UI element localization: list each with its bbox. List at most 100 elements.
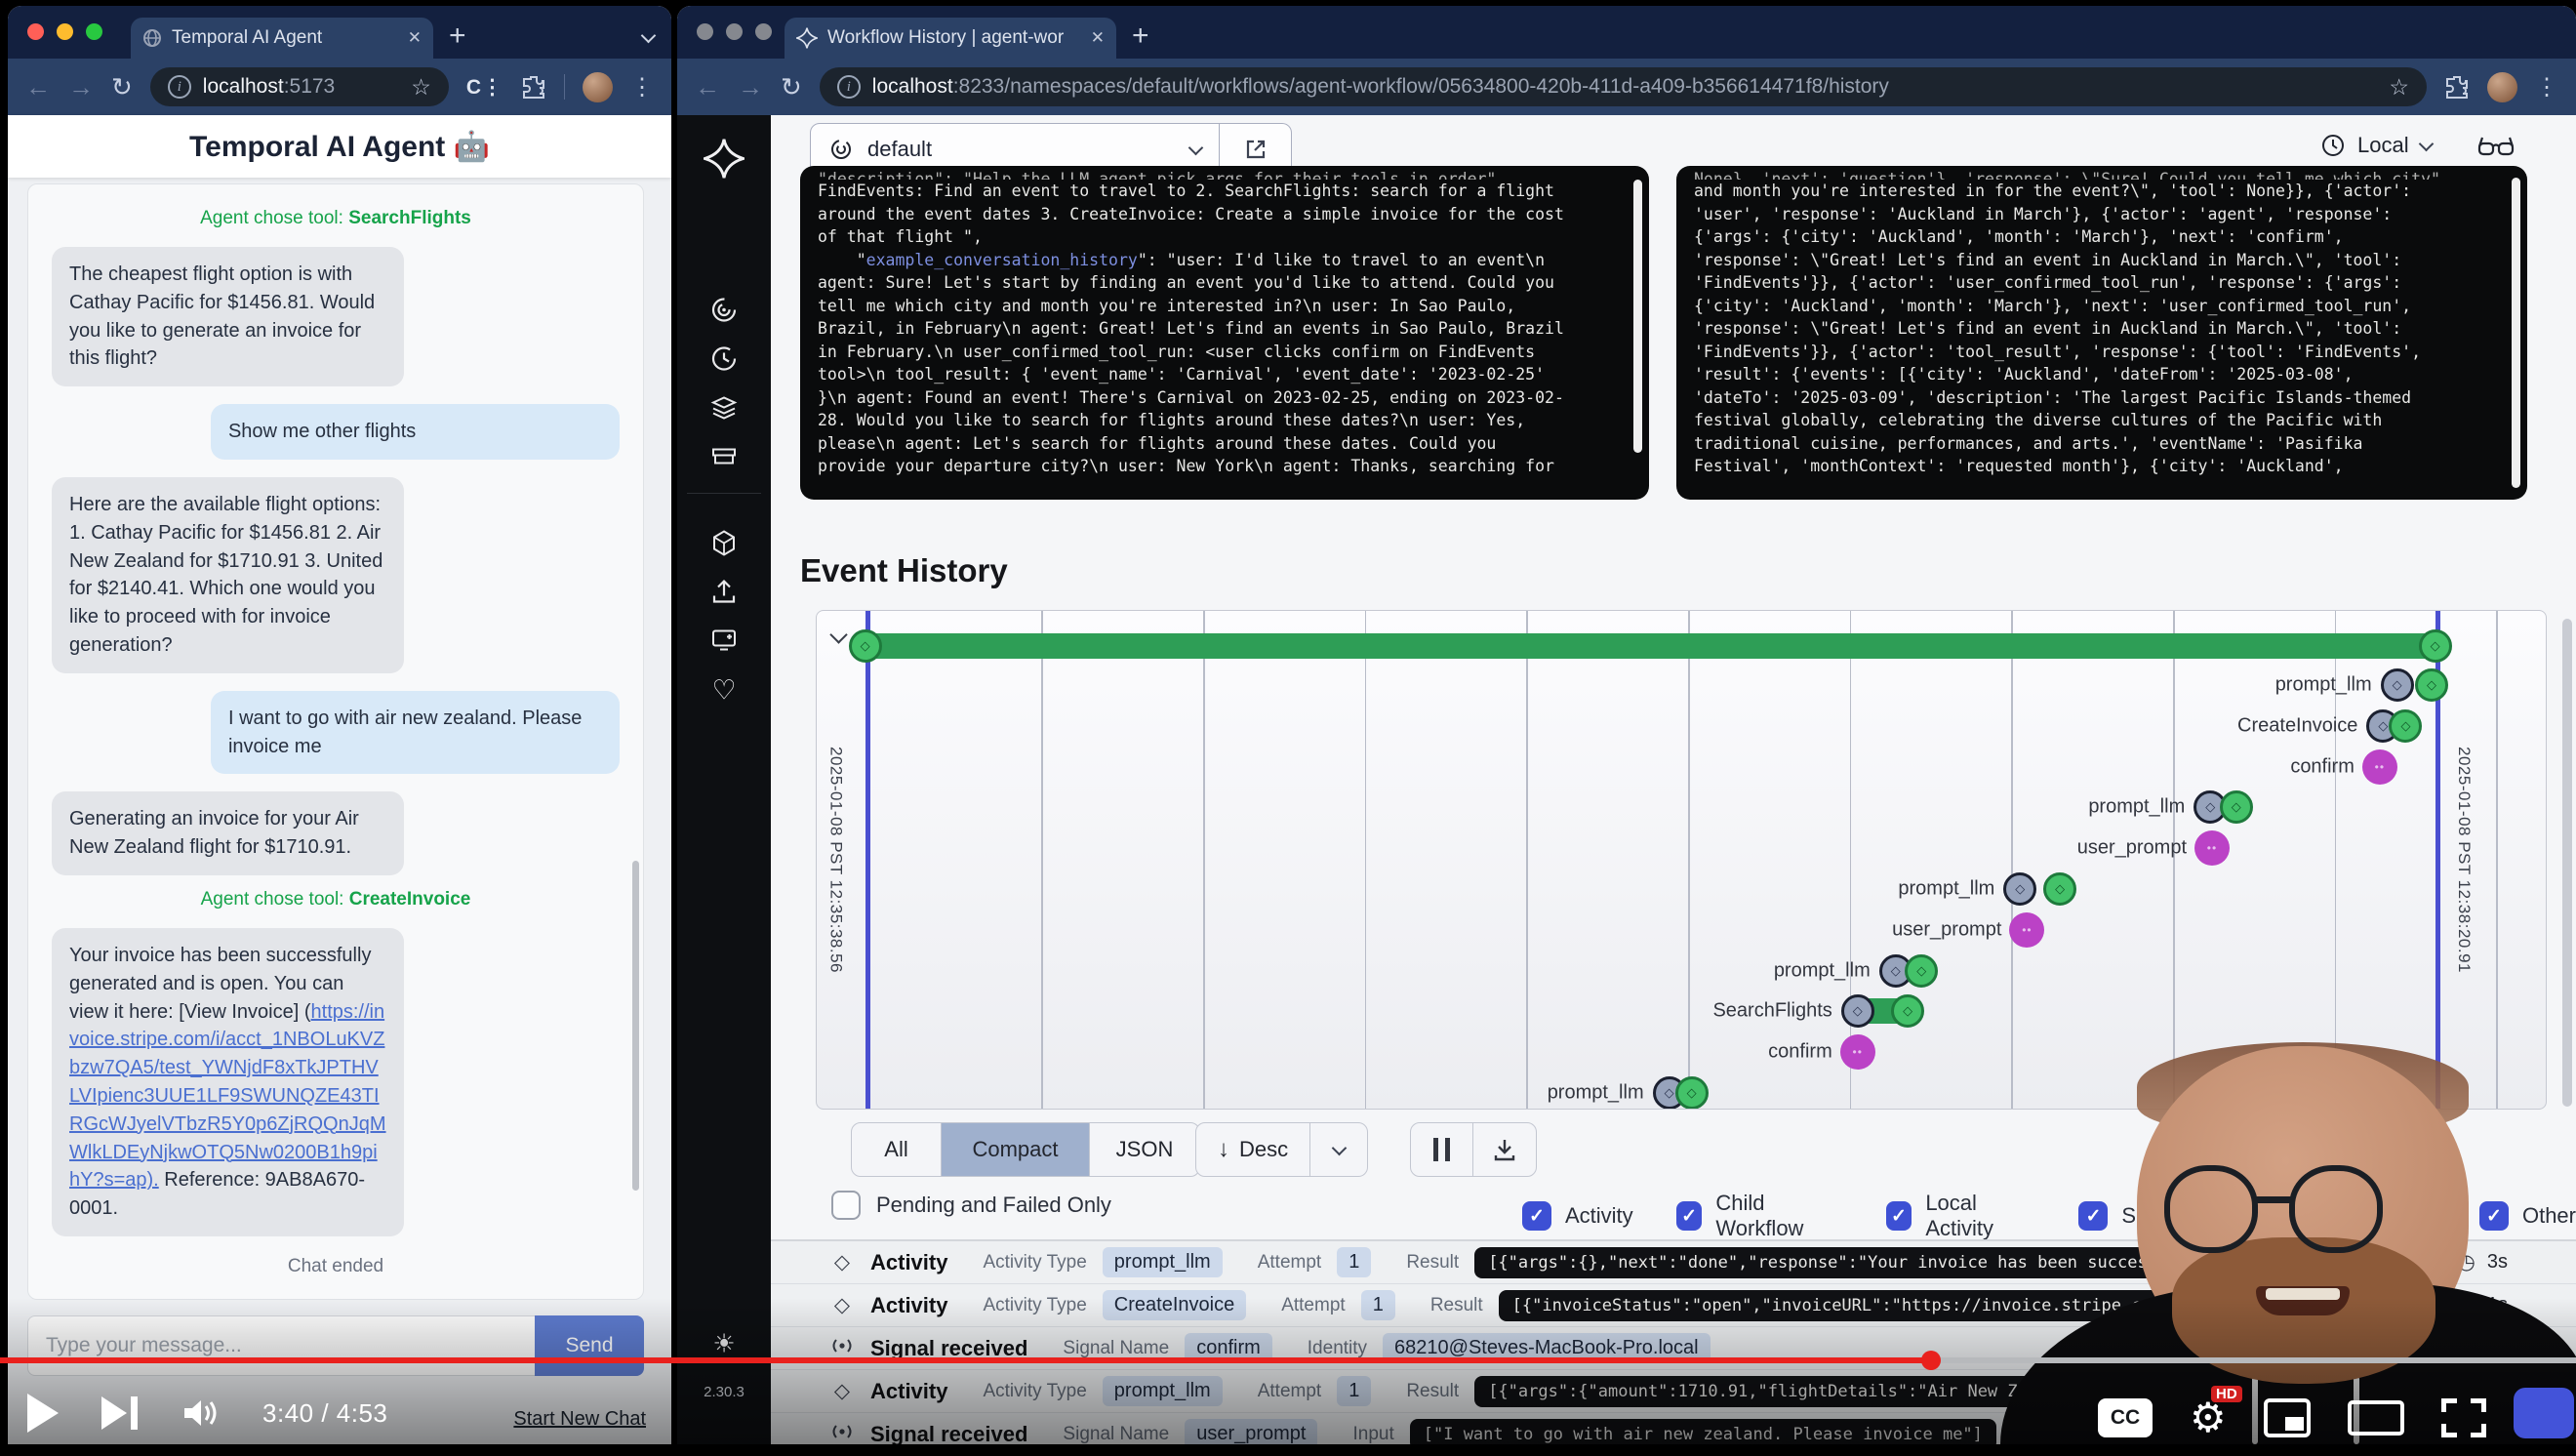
tab-workflow-history[interactable]: Workflow History | agent-wor ✕ <box>785 18 1116 59</box>
signal-marker[interactable]: •• <box>1840 1034 1875 1070</box>
back-icon[interactable]: ← <box>25 74 51 100</box>
site-info-icon[interactable]: i <box>168 75 191 99</box>
filter-child-workflow[interactable]: ✓Child Workflow <box>1676 1191 1843 1241</box>
window-controls[interactable] <box>27 23 102 40</box>
theater-mode-icon[interactable] <box>2348 1400 2404 1436</box>
profile-avatar[interactable] <box>2487 72 2517 102</box>
activity-scheduled-marker[interactable]: ◇ <box>2003 872 2036 906</box>
minimize-window-icon[interactable] <box>726 23 743 40</box>
tab-close-icon[interactable]: ✕ <box>1091 28 1105 48</box>
tab-search-chevron-icon[interactable] <box>643 28 654 46</box>
progress-bar-played[interactable] <box>0 1357 1931 1363</box>
play-icon[interactable] <box>27 1394 59 1433</box>
settings-gear-icon[interactable]: ⚙HD <box>2190 1397 2227 1438</box>
labs-glasses-icon[interactable] <box>2476 133 2516 165</box>
workflow-input-json[interactable]: "description": "Help the LLM agent pick … <box>800 166 1649 500</box>
download-button[interactable] <box>1473 1123 1536 1176</box>
address-bar[interactable]: i localhost:5173 ☆ <box>150 67 449 106</box>
close-window-icon[interactable] <box>27 23 44 40</box>
zoom-window-icon[interactable] <box>755 23 772 40</box>
miniplayer-icon[interactable] <box>2264 1398 2311 1437</box>
nav-schedules-icon[interactable] <box>709 344 739 379</box>
pending-failed-filter[interactable]: Pending and Failed Only <box>831 1191 1111 1220</box>
activity-completed-marker[interactable]: ◇ <box>1891 994 1924 1028</box>
profile-avatar[interactable] <box>583 72 613 102</box>
forward-icon[interactable]: → <box>738 74 763 100</box>
nav-batch-icon[interactable] <box>709 442 739 476</box>
next-icon[interactable] <box>101 1396 138 1430</box>
blue-fab[interactable] <box>2514 1388 2574 1438</box>
extension-badge-icon[interactable]: C⋮ <box>466 75 503 100</box>
activity-completed-marker[interactable]: ◇ <box>2043 872 2076 906</box>
activity-completed-marker[interactable]: ◇ <box>1675 1076 1709 1110</box>
fullscreen-icon[interactable] <box>2441 1398 2486 1437</box>
tab-temporal-ai-agent[interactable]: Temporal AI Agent ✕ <box>131 18 433 59</box>
checkbox-checked[interactable]: ✓ <box>1522 1201 1551 1231</box>
code-scrollbar[interactable] <box>1633 180 1642 453</box>
back-icon[interactable]: ← <box>695 74 720 100</box>
temporal-logo-icon[interactable] <box>704 139 745 184</box>
nav-import-icon[interactable] <box>709 577 739 611</box>
signal-marker[interactable]: •• <box>2009 912 2044 948</box>
signal-marker[interactable]: •• <box>2194 830 2230 866</box>
timeline-controls <box>1410 1122 1537 1177</box>
progress-bar-remaining[interactable] <box>1931 1357 2576 1363</box>
browser-menu-icon[interactable]: ⋮ <box>630 73 654 101</box>
bookmark-star-icon[interactable]: ☆ <box>411 74 431 101</box>
checkbox-checked[interactable]: ✓ <box>1676 1201 1703 1231</box>
tab-compact[interactable]: Compact <box>942 1123 1090 1176</box>
sort-dropdown-chevron-icon[interactable] <box>1310 1123 1367 1176</box>
page-scrollbar[interactable] <box>2562 619 2572 1107</box>
checkbox-unchecked[interactable] <box>831 1191 861 1220</box>
code-scrollbar[interactable] <box>2512 178 2520 488</box>
activity-completed-marker[interactable]: ◇ <box>2389 709 2422 743</box>
volume-icon[interactable] <box>181 1395 220 1431</box>
workflow-duration-bar[interactable] <box>865 633 2435 659</box>
workflow-start-marker[interactable]: ◇ <box>849 629 882 663</box>
activity-completed-marker[interactable]: ◇ <box>2415 668 2448 702</box>
tab-close-icon[interactable]: ✕ <box>408 28 422 48</box>
timezone-select[interactable]: Local <box>2320 133 2432 158</box>
view-switcher: All Compact JSON <box>851 1122 1200 1177</box>
sort-order-button[interactable]: ↓Desc <box>1195 1122 1368 1177</box>
workflow-end-marker[interactable]: ◇ <box>2419 629 2452 663</box>
nav-workflows-icon[interactable] <box>709 296 739 330</box>
activity-scheduled-marker[interactable]: ◇ <box>1841 994 1874 1028</box>
extensions-puzzle-icon[interactable] <box>2444 74 2470 100</box>
activity-completed-marker[interactable]: ◇ <box>2220 790 2253 824</box>
captions-button[interactable]: CC <box>2098 1398 2153 1437</box>
address-bar[interactable]: i localhost:8233/namespaces/default/work… <box>820 67 2427 106</box>
activity-scheduled-marker[interactable]: ◇ <box>2381 668 2414 702</box>
reload-icon[interactable]: ↻ <box>111 74 133 100</box>
workflow-result-json[interactable]: None}, 'next': 'question'}, 'response': … <box>1676 166 2527 500</box>
site-info-icon[interactable]: i <box>837 75 861 99</box>
close-window-icon[interactable] <box>697 23 713 40</box>
window-controls[interactable] <box>697 23 772 40</box>
download-icon <box>1492 1137 1517 1162</box>
extensions-puzzle-icon[interactable] <box>521 74 546 100</box>
filter-activity[interactable]: ✓Activity <box>1522 1191 1633 1241</box>
bookmark-star-icon[interactable]: ☆ <box>2389 74 2409 101</box>
pause-button[interactable] <box>1411 1123 1473 1176</box>
forward-icon[interactable]: → <box>68 74 94 100</box>
reload-icon[interactable]: ↻ <box>781 74 802 100</box>
zoom-window-icon[interactable] <box>86 23 102 40</box>
invoice-link[interactable]: https://invoice.stripe.com/i/acct_1NBOLu… <box>69 1001 386 1192</box>
timeline-event-label: prompt_llm <box>2088 796 2185 819</box>
checkbox-checked[interactable]: ✓ <box>1886 1201 1912 1231</box>
new-tab-button[interactable]: + <box>1132 20 1149 53</box>
nav-deployments-icon[interactable] <box>709 392 739 426</box>
nav-codec-icon[interactable] <box>709 529 739 563</box>
progress-scrubber-dot[interactable] <box>1921 1351 1941 1370</box>
nav-feedback-heart-icon[interactable]: ♡ <box>711 674 736 707</box>
signal-marker[interactable]: •• <box>2362 749 2397 785</box>
activity-completed-marker[interactable]: ◇ <box>1905 954 1938 988</box>
browser-menu-icon[interactable]: ⋮ <box>2535 73 2558 101</box>
minimize-window-icon[interactable] <box>57 23 73 40</box>
new-tab-button[interactable]: + <box>449 20 466 53</box>
tab-json[interactable]: JSON <box>1090 1123 1199 1176</box>
tab-all[interactable]: All <box>852 1123 942 1176</box>
chat-scrollbar[interactable] <box>632 861 639 1191</box>
nav-labs-icon[interactable] <box>709 626 739 660</box>
timeline-event-label: prompt_llm <box>2275 674 2372 697</box>
